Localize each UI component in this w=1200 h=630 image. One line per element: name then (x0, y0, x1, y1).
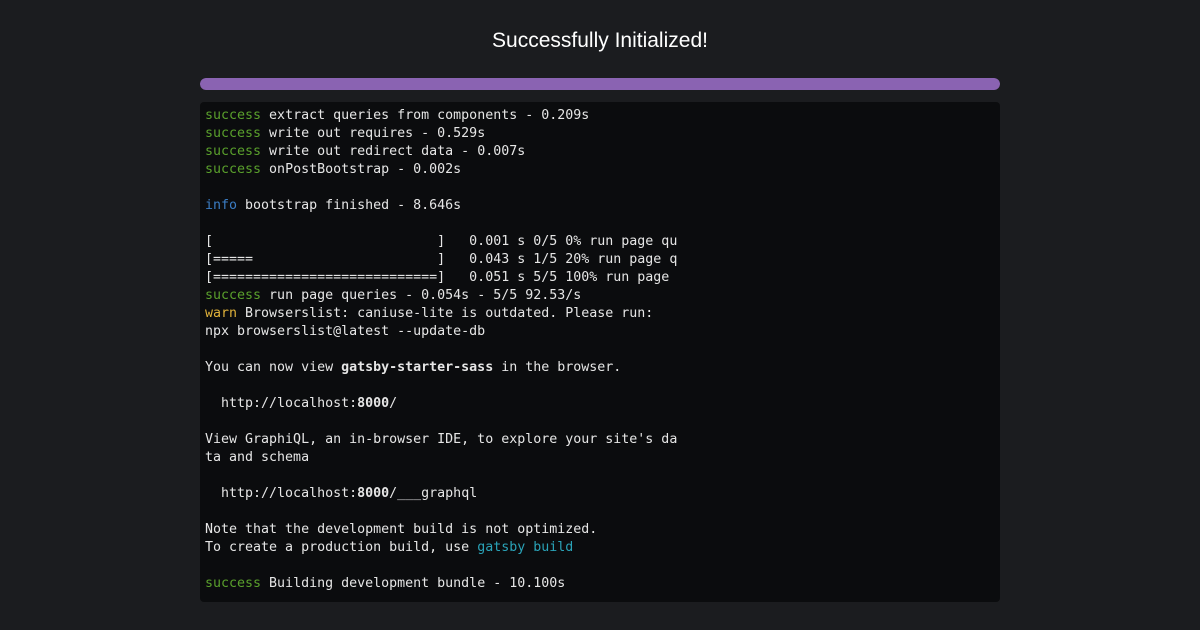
terminal-text: [============================] 0.051 s 5… (205, 270, 670, 285)
terminal-line: success Building development bundle - 10… (205, 575, 995, 593)
terminal-line: success write out redirect data - 0.007s (205, 143, 995, 161)
terminal-text: http://localhost: (205, 486, 358, 501)
terminal-text: http://localhost: (205, 396, 358, 411)
terminal-text: write out requires - 0.529s (261, 126, 486, 141)
page: Successfully Initialized! success extrac… (0, 0, 1200, 630)
command-highlight: gatsby build (477, 540, 574, 555)
terminal-text: 8000 (357, 486, 390, 501)
terminal-text: Note that the development build is not o… (205, 522, 598, 537)
spinner-icon: ⠀ (205, 378, 215, 393)
terminal-text: [===== ] 0.043 s 1/5 20% run page q (205, 252, 678, 267)
terminal-line: ⠀ (205, 215, 995, 233)
terminal-line: success run page queries - 0.054s - 5/5 … (205, 287, 995, 305)
terminal-text: onPostBootstrap - 0.002s (261, 162, 462, 177)
spinner-icon: ⠀ (205, 216, 215, 231)
terminal-text: Building development bundle - 10.100s (261, 576, 566, 591)
terminal-line: ⠀ (205, 179, 995, 197)
spinner-icon: ⠀ (205, 180, 215, 195)
terminal-line: warn Browserslist: caniuse-lite is outda… (205, 305, 995, 323)
success-label: success (205, 144, 262, 159)
terminal-line: success onPostBootstrap - 0.002s (205, 161, 995, 179)
terminal-text: run page queries - 0.054s - 5/5 92.53/s (261, 288, 582, 303)
success-label: success (205, 126, 262, 141)
terminal-line: [ ] 0.001 s 0/5 0% run page qu (205, 233, 995, 251)
terminal-text: extract queries from components - 0.209s (261, 108, 590, 123)
terminal-line: ⠀ (205, 503, 995, 521)
progress-bar (200, 78, 1000, 90)
terminal-text: View GraphiQL, an in-browser IDE, to exp… (205, 432, 678, 447)
terminal-text: 8000 (357, 396, 390, 411)
terminal-line: [===== ] 0.043 s 1/5 20% run page q (205, 251, 995, 269)
terminal-line: [============================] 0.051 s 5… (205, 269, 995, 287)
terminal-text: / (389, 396, 398, 411)
terminal-line: ⠀ (205, 557, 995, 575)
success-label: success (205, 162, 262, 177)
terminal-text: Browserslist: caniuse-lite is outdated. … (237, 306, 654, 321)
terminal-line: To create a production build, use gatsby… (205, 539, 995, 557)
terminal-output: success extract queries from components … (200, 102, 1000, 602)
terminal-text: npx browserslist@latest --update-db (205, 324, 486, 339)
spinner-icon: ⠀ (205, 468, 215, 483)
progress-bar-fill (200, 78, 1000, 90)
terminal-line: npx browserslist@latest --update-db (205, 323, 995, 341)
terminal-line: ta and schema (205, 449, 995, 467)
terminal-text: /___graphql (389, 486, 478, 501)
success-label: success (205, 108, 262, 123)
terminal-text: in the browser. (493, 360, 622, 375)
warn-label: warn (205, 306, 238, 321)
terminal-line: You can now view gatsby-starter-sass in … (205, 359, 995, 377)
terminal-text: write out redirect data - 0.007s (261, 144, 526, 159)
spinner-icon: ⠀ (205, 504, 215, 519)
terminal-text: You can now view (205, 360, 342, 375)
terminal-line: success write out requires - 0.529s (205, 125, 995, 143)
info-label: info (205, 198, 238, 213)
terminal-line: info bootstrap finished - 8.646s (205, 197, 995, 215)
terminal-line: http://localhost:8000/ (205, 395, 995, 413)
terminal-text: [ ] 0.001 s 0/5 0% run page qu (205, 234, 678, 249)
terminal-line: View GraphiQL, an in-browser IDE, to exp… (205, 431, 995, 449)
terminal-line: ⠀ (205, 377, 995, 395)
terminal-line: ⠀ (205, 413, 995, 431)
terminal-line: Note that the development build is not o… (205, 521, 995, 539)
success-label: success (205, 576, 262, 591)
success-label: success (205, 288, 262, 303)
terminal-line: ⠀ (205, 341, 995, 359)
terminal-line: success extract queries from components … (205, 107, 995, 125)
spinner-icon: ⠀ (205, 558, 215, 573)
terminal-text: bootstrap finished - 8.646s (237, 198, 462, 213)
terminal-text: gatsby-starter-sass (341, 360, 494, 375)
terminal-text: ta and schema (205, 450, 310, 465)
terminal-text: To create a production build, use (205, 540, 478, 555)
terminal-line: http://localhost:8000/___graphql (205, 485, 995, 503)
spinner-icon: ⠀ (205, 342, 215, 357)
spinner-icon: ⠀ (205, 414, 215, 429)
terminal-line: ⠀ (205, 467, 995, 485)
page-title: Successfully Initialized! (492, 29, 708, 52)
